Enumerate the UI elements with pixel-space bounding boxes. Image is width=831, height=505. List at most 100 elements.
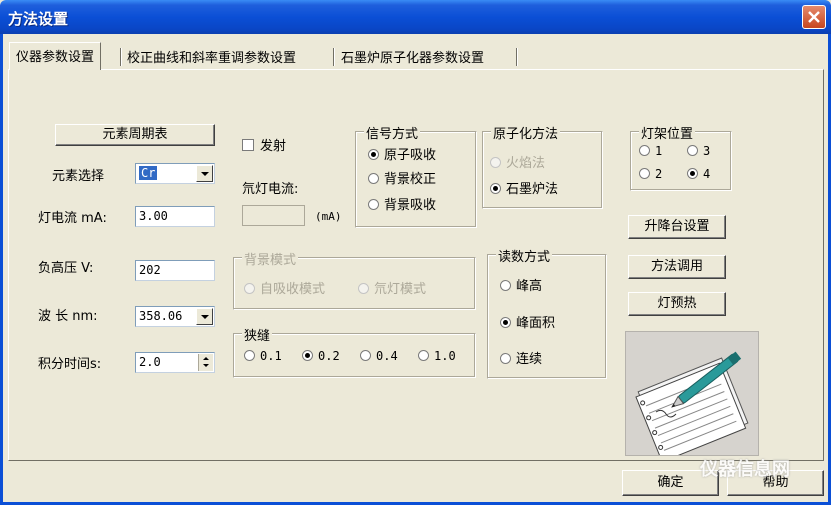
slit-title: 狭缝 <box>242 325 273 344</box>
wavelength-value: 358.06 <box>139 309 183 323</box>
radio-label: 0.4 <box>376 349 398 363</box>
radio-lamp-3[interactable]: 3 <box>687 144 710 159</box>
radio-lamp-2[interactable]: 2 <box>639 167 662 182</box>
radio-icon <box>418 350 429 361</box>
radio-label: 背景吸收 <box>384 198 437 213</box>
watermark-text: 仪器信息网 <box>700 459 790 480</box>
atomization-method-group: 原子化方法 火焰法 石墨炉法 <box>482 123 603 209</box>
radio-peak-area[interactable]: 峰面积 <box>500 312 555 331</box>
lamp-current-input[interactable]: 3.00 <box>135 206 215 227</box>
radio-icon <box>490 183 501 194</box>
radio-icon <box>358 283 369 294</box>
window-title: 方法设置 <box>8 10 69 28</box>
integration-time-spinner[interactable]: 2.0 <box>135 352 215 373</box>
radio-background-correction[interactable]: 背景校正 <box>368 168 436 187</box>
radio-icon <box>368 149 379 160</box>
slit-group: 狭缝 0.1 0.2 0.4 1.0 <box>233 325 476 378</box>
element-select[interactable]: Cr <box>135 163 215 184</box>
radio-deuterium-mode[interactable]: 氘灯模式 <box>358 278 426 297</box>
spinner-arrows-icon[interactable] <box>198 354 213 371</box>
radio-icon <box>500 353 511 364</box>
radio-icon <box>490 157 501 168</box>
radio-label: 2 <box>655 167 663 181</box>
wavelength-select[interactable]: 358.06 <box>135 306 215 327</box>
radio-icon <box>639 145 650 156</box>
radio-icon <box>302 350 313 361</box>
radio-label: 3 <box>703 144 711 158</box>
tab-graphite-furnace-params[interactable]: 石墨炉原子化器参数设置 <box>335 44 490 68</box>
radio-peak-height[interactable]: 峰高 <box>500 275 542 294</box>
signal-mode-group: 信号方式 原子吸收 背景校正 背景吸收 <box>355 123 477 228</box>
radio-label: 连续 <box>516 352 543 367</box>
radio-flame[interactable]: 火焰法 <box>490 152 545 171</box>
radio-label: 氘灯模式 <box>374 282 427 297</box>
lift-setting-button[interactable]: 升降台设置 <box>628 215 726 239</box>
radio-label: 背景校正 <box>384 172 437 187</box>
radio-icon <box>368 173 379 184</box>
radio-icon <box>500 280 511 291</box>
radio-label: 石墨炉法 <box>506 182 559 197</box>
radio-icon <box>368 199 379 210</box>
background-mode-title: 背景模式 <box>242 249 299 268</box>
high-voltage-input[interactable]: 202 <box>135 260 215 281</box>
high-voltage-label: 负高压 V: <box>38 261 94 276</box>
title-bar: 方法设置 <box>0 0 831 34</box>
tab-instrument-params[interactable]: 仪器参数设置 <box>9 42 102 70</box>
lamp-position-title: 灯架位置 <box>639 123 696 142</box>
deuterium-current-label: 氘灯电流: <box>242 182 299 197</box>
radio-icon <box>360 350 371 361</box>
radio-background-absorption[interactable]: 背景吸收 <box>368 194 436 213</box>
emission-label: 发射 <box>260 139 287 154</box>
radio-label: 原子吸收 <box>384 148 437 163</box>
radio-self-absorption[interactable]: 自吸收模式 <box>244 278 325 297</box>
lamp-current-label: 灯电流 mA: <box>38 211 107 226</box>
element-selected-value: Cr <box>139 166 158 180</box>
radio-label: 4 <box>703 167 711 181</box>
radio-icon <box>687 145 698 156</box>
integration-time-label: 积分时间s: <box>38 357 102 372</box>
radio-label: 火焰法 <box>506 156 546 171</box>
reading-mode-title: 读数方式 <box>496 246 553 265</box>
signal-mode-title: 信号方式 <box>364 123 421 142</box>
radio-graphite-furnace[interactable]: 石墨炉法 <box>490 178 558 197</box>
chevron-down-icon[interactable] <box>196 308 213 325</box>
radio-label: 峰高 <box>516 279 543 294</box>
radio-label: 1 <box>655 144 663 158</box>
deuterium-unit-label: (mA) <box>315 210 342 223</box>
radio-lamp-1[interactable]: 1 <box>639 144 662 159</box>
integration-time-value: 2.0 <box>139 355 161 369</box>
radio-label: 0.1 <box>260 349 282 363</box>
tab-calibration-params[interactable]: 校正曲线和斜率重调参数设置 <box>121 44 302 68</box>
radio-label: 0.2 <box>318 349 340 363</box>
lamp-position-group: 灯架位置 1 3 2 4 <box>630 123 732 191</box>
close-button[interactable] <box>802 5 826 29</box>
close-icon <box>808 11 820 23</box>
deuterium-current-input[interactable] <box>242 205 305 226</box>
radio-icon <box>244 283 255 294</box>
radio-icon <box>639 168 650 179</box>
method-load-button[interactable]: 方法调用 <box>628 255 726 279</box>
radio-slit-0-1[interactable]: 0.1 <box>244 349 282 364</box>
checkbox-icon <box>242 139 254 151</box>
reading-mode-group: 读数方式 峰高 峰面积 连续 <box>487 246 607 379</box>
element-label: 元素选择 <box>52 169 105 184</box>
radio-atomic-absorption[interactable]: 原子吸收 <box>368 144 436 163</box>
radio-icon <box>500 317 511 328</box>
tab-separator <box>333 48 335 66</box>
radio-lamp-4[interactable]: 4 <box>687 167 710 182</box>
atomization-method-title: 原子化方法 <box>491 123 561 142</box>
wavelength-label: 波 长 nm: <box>38 309 98 324</box>
radio-slit-1-0[interactable]: 1.0 <box>418 349 456 364</box>
watermark: 仪器信息网 <box>672 455 790 481</box>
periodic-table-button[interactable]: 元素周期表 <box>55 124 215 146</box>
radio-continuous[interactable]: 连续 <box>500 348 542 367</box>
radio-label: 峰面积 <box>516 316 556 331</box>
radio-slit-0-4[interactable]: 0.4 <box>360 349 398 364</box>
lamp-preheat-button[interactable]: 灯预热 <box>628 292 726 316</box>
emission-checkbox[interactable]: 发射 <box>242 135 286 154</box>
radio-slit-0-2[interactable]: 0.2 <box>302 349 340 364</box>
tab-separator <box>516 48 518 66</box>
background-mode-group: 背景模式 自吸收模式 氘灯模式 <box>233 249 476 310</box>
radio-label: 自吸收模式 <box>260 282 326 297</box>
chevron-down-icon[interactable] <box>196 165 213 182</box>
